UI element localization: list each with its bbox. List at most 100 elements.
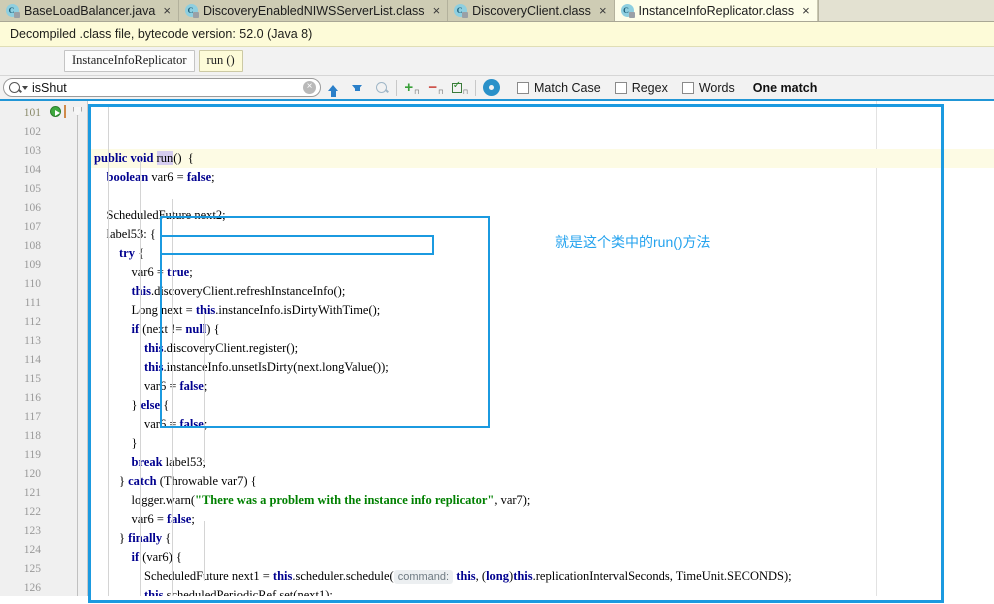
code-line[interactable]: if (next != null) {: [88, 320, 994, 339]
words-label: Words: [698, 80, 735, 95]
code-content[interactable]: public void run() { boolean var6 = false…: [88, 101, 994, 596]
find-settings-button[interactable]: [479, 77, 503, 99]
arrow-down-icon: [352, 84, 362, 91]
find-all-icon: [375, 82, 387, 93]
indent-guide: [204, 313, 205, 463]
breadcrumb: InstanceInfoReplicator run (): [0, 47, 994, 76]
regex-option[interactable]: Regex: [614, 81, 668, 95]
words-checkbox[interactable]: [681, 81, 694, 94]
line-number: 110: [24, 278, 41, 290]
line-number: 112: [24, 316, 41, 328]
chevron-down-icon[interactable]: [22, 85, 28, 90]
toolbar-separator: [475, 79, 476, 96]
code-line[interactable]: boolean var6 = false;: [88, 168, 994, 187]
editor-tab-bar: C BaseLoadBalancer.java × C DiscoveryEna…: [0, 0, 994, 22]
line-number: 120: [23, 468, 41, 480]
search-field[interactable]: ×: [3, 78, 321, 97]
search-input[interactable]: [32, 80, 301, 95]
add-filter-icon: +: [404, 79, 414, 96]
code-line[interactable]: }: [88, 434, 994, 453]
line-number: 101: [23, 107, 41, 119]
breadcrumb-item-class[interactable]: InstanceInfoReplicator: [64, 50, 195, 72]
match-case-label: Match Case: [534, 80, 601, 95]
find-all-button[interactable]: [369, 77, 393, 99]
code-line[interactable]: this.instanceInfo.unsetIsDirty(next.long…: [88, 358, 994, 377]
line-number: 123: [23, 525, 41, 537]
select-filter-button[interactable]: ⊓: [448, 77, 472, 99]
tab-label: InstanceInfoReplicator.class: [638, 3, 795, 18]
line-number: 102: [23, 126, 41, 138]
code-line[interactable]: Long next = this.instanceInfo.isDirtyWit…: [88, 301, 994, 320]
code-line[interactable]: var6 = false;: [88, 377, 994, 396]
line-number-gutter: 101 102 103 104 105 106 107 108 109 110 111 112 113 1…: [0, 101, 48, 596]
indent-guide: [172, 199, 173, 596]
code-line[interactable]: public void run() {: [88, 149, 994, 168]
java-class-icon: C: [184, 4, 199, 18]
select-filter-icon: [451, 80, 462, 93]
line-number: 111: [24, 297, 41, 309]
code-line[interactable]: logger.warn("There was a problem with th…: [88, 491, 994, 510]
regex-checkbox[interactable]: [614, 81, 627, 94]
code-line[interactable]: if (var6) {: [88, 548, 994, 567]
code-line[interactable]: [88, 187, 994, 206]
tab-close-icon[interactable]: ×: [596, 4, 607, 17]
match-case-checkbox[interactable]: [517, 81, 529, 94]
filter-tail-icon: ⊓: [414, 88, 420, 96]
add-filter-button[interactable]: + ⊓: [400, 77, 424, 99]
line-number: 122: [23, 506, 41, 518]
annotation-note-text: 就是这个类中的run()方法: [555, 234, 711, 250]
find-previous-button[interactable]: [321, 77, 345, 99]
line-number: 115: [24, 373, 41, 385]
line-number: 105: [23, 183, 41, 195]
code-line[interactable]: break label53;: [88, 453, 994, 472]
fold-region-line: [77, 115, 78, 596]
java-class-icon: C: [454, 4, 469, 18]
indent-guide: [108, 104, 109, 596]
code-line[interactable]: var6 = true;: [88, 263, 994, 282]
code-line[interactable]: ScheduledFuture next2;: [88, 206, 994, 225]
code-line[interactable]: this.discoveryClient.register();: [88, 339, 994, 358]
code-line[interactable]: var6 = false;: [88, 415, 994, 434]
tab-instanceinforeplicator-class[interactable]: C InstanceInfoReplicator.class ×: [614, 0, 818, 21]
code-line[interactable]: } finally {: [88, 529, 994, 548]
tab-label: BaseLoadBalancer.java: [24, 3, 156, 18]
tab-baseloadbalancer-java[interactable]: C BaseLoadBalancer.java ×: [0, 0, 179, 21]
code-line[interactable]: this.discoveryClient.refreshInstanceInfo…: [88, 282, 994, 301]
tab-bar-filler: [817, 0, 994, 21]
line-number: 104: [23, 164, 41, 176]
tab-discoveryclient-class[interactable]: C DiscoveryClient.class ×: [448, 0, 615, 21]
line-number: 125: [23, 563, 41, 575]
java-class-icon: C: [6, 4, 20, 18]
words-option[interactable]: Words: [681, 80, 735, 95]
clear-search-icon[interactable]: ×: [303, 81, 316, 94]
code-line[interactable]: } catch (Throwable var7) {: [88, 472, 994, 491]
run-method-marker-icon[interactable]: [50, 106, 61, 117]
code-line[interactable]: label53: {: [88, 225, 994, 244]
remove-filter-button[interactable]: − ⊓: [424, 77, 448, 99]
code-line[interactable]: try {: [88, 244, 994, 263]
line-number: 117: [24, 411, 41, 423]
filter-tail-icon: ⊓: [438, 88, 444, 96]
code-line[interactable]: } else {: [88, 396, 994, 415]
code-line[interactable]: ScheduledFuture next1 = this.scheduler.s…: [88, 567, 994, 586]
line-number: 107: [23, 221, 41, 233]
indent-guide: [204, 521, 205, 581]
tab-close-icon[interactable]: ×: [799, 4, 810, 17]
line-number: 108: [23, 240, 41, 252]
line-number: 121: [23, 487, 41, 499]
ide-window: C BaseLoadBalancer.java × C DiscoveryEna…: [0, 0, 994, 604]
breadcrumb-item-method[interactable]: run (): [198, 50, 243, 72]
tab-close-icon[interactable]: ×: [160, 4, 171, 17]
code-line[interactable]: var6 = false;: [88, 510, 994, 529]
line-number: 109: [23, 259, 41, 271]
tab-close-icon[interactable]: ×: [430, 4, 441, 17]
line-number: 103: [23, 145, 41, 157]
line-number: 106: [23, 202, 41, 214]
code-line[interactable]: this.scheduledPeriodicRef.set(next1);: [88, 586, 994, 596]
match-case-option[interactable]: Match Case: [517, 81, 601, 95]
find-next-button[interactable]: [345, 77, 369, 99]
code-editor[interactable]: 101 102 103 104 105 106 107 108 109 110 111 112 113 1…: [0, 101, 994, 596]
tab-discoveryenablednisserverlist-class[interactable]: C DiscoveryEnabledNIWSServerList.class ×: [178, 0, 449, 21]
search-icon: [9, 82, 20, 93]
indent-guide: [140, 161, 141, 596]
